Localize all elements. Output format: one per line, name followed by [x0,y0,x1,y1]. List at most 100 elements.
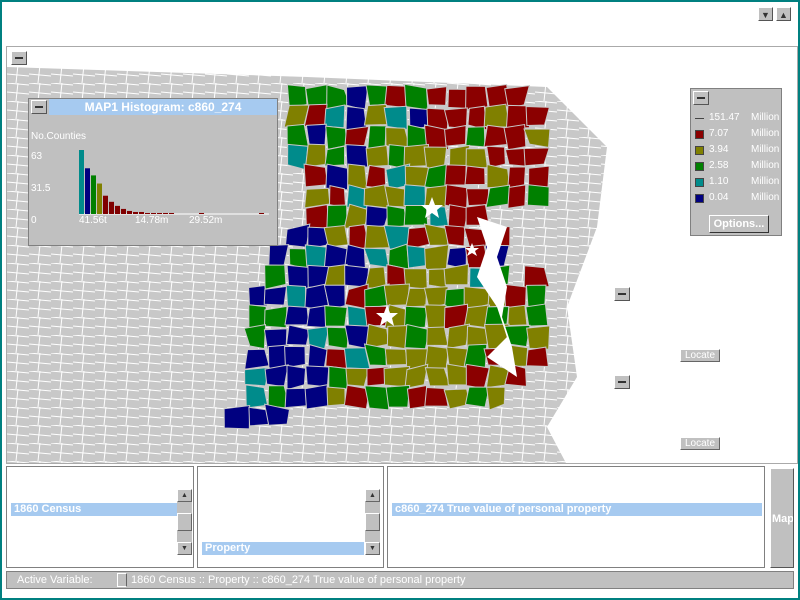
map-minimize-button[interactable] [11,51,27,65]
inset-minimize-button[interactable] [614,287,630,301]
legend-minimize-button[interactable] [693,91,709,105]
county-shape[interactable] [427,268,447,289]
county-shape[interactable] [525,303,549,327]
locate-button[interactable]: Locate [680,437,720,450]
county-shape[interactable] [444,164,467,186]
county-shape[interactable] [526,325,551,350]
histogram-y-label: No.Counties [31,131,87,142]
scroll-up-icon[interactable]: ▲ [365,489,380,502]
county-shape[interactable] [444,287,468,308]
scroll-thumb[interactable] [177,513,192,531]
legend-panel: 151.47 Million 7.07 Million 3.94 Million… [690,88,782,236]
county-shape[interactable] [323,225,349,248]
category-scrollbar[interactable]: ▲ ▼ [365,489,380,555]
county-shape[interactable] [325,163,349,191]
county-shape[interactable] [424,304,447,331]
county-shape[interactable] [383,105,408,131]
county-shape[interactable] [264,264,287,290]
locate-button[interactable]: Locate [680,349,720,362]
scroll-down-icon[interactable]: ▼ [177,542,192,555]
county-shape[interactable] [344,264,370,288]
dataset-list[interactable]: 1860 Census ▲ ▼ [6,466,194,568]
scroll-down-icon[interactable]: ▼ [365,542,380,555]
county-shape[interactable] [285,284,307,309]
county-shape[interactable] [264,305,288,329]
county-shape[interactable] [384,348,409,366]
county-shape[interactable] [324,305,348,327]
county-shape[interactable] [503,123,527,151]
county-shape[interactable] [305,365,330,388]
county-shape[interactable] [446,363,468,386]
county-shape[interactable] [326,386,346,407]
inset-minimize-button[interactable] [614,375,630,389]
county-shape[interactable] [464,386,490,408]
dataset-scrollbar[interactable]: ▲ ▼ [177,489,192,555]
histogram-minimize-button[interactable] [31,100,47,114]
county-shape[interactable] [365,144,390,168]
county-shape[interactable] [446,323,471,350]
county-shape[interactable] [324,145,346,167]
county-shape[interactable] [406,384,428,410]
county-shape[interactable] [465,148,489,169]
histogram-bar [109,201,114,214]
county-shape[interactable] [404,83,429,111]
county-shape[interactable] [443,124,467,147]
category-list[interactable]: Property ▲ ▼ [197,466,384,568]
county-shape[interactable] [223,404,251,430]
county-shape[interactable] [286,84,308,109]
county-shape[interactable] [244,348,270,370]
county-shape[interactable] [305,83,329,106]
county-shape[interactable] [323,104,346,129]
dataset-selected-item[interactable]: 1860 Census [11,503,177,516]
county-shape[interactable] [525,284,547,308]
county-shape[interactable] [483,103,511,128]
histogram-bar [79,150,84,214]
county-shape[interactable] [526,184,550,208]
county-shape[interactable] [465,188,490,207]
county-shape[interactable] [383,283,411,307]
map-button[interactable]: Map [770,468,794,568]
county-shape[interactable] [326,326,350,350]
county-shape[interactable] [464,165,486,186]
county-shape[interactable] [325,348,348,370]
variable-list[interactable]: c860_274 True value of personal property [387,466,765,568]
county-shape[interactable] [424,244,450,270]
variable-selected-item[interactable]: c860_274 True value of personal property [392,503,762,516]
minimize-button[interactable]: ▼ [758,7,773,21]
county-shape[interactable] [507,184,527,209]
county-shape[interactable] [284,305,310,326]
histogram-bar [103,195,108,214]
x-tick-label: 41.56t [79,215,107,226]
county-shape[interactable] [263,285,288,306]
county-shape[interactable] [507,166,527,189]
histogram-window[interactable]: MAP1 Histogram: c860_274 No.Counties 63 … [28,98,278,246]
county-shape[interactable] [465,126,486,148]
histogram-bar [121,208,126,214]
county-shape[interactable] [426,86,448,106]
county-shape[interactable] [345,105,368,131]
county-shape[interactable] [303,163,329,188]
county-shape[interactable] [405,287,428,308]
county-shape[interactable] [264,364,289,388]
county-shape[interactable] [304,384,329,410]
category-selected-item[interactable]: Property [202,542,364,555]
county-shape[interactable] [426,326,449,347]
legend-unit: Million [751,144,780,155]
legend-unit: Million [751,128,780,139]
county-shape[interactable] [443,224,466,247]
county-shape[interactable] [403,184,427,209]
maximize-button[interactable]: ▲ [776,7,791,21]
scroll-up-icon[interactable]: ▲ [177,489,192,502]
county-shape[interactable] [403,204,429,226]
county-shape[interactable] [485,184,511,209]
county-shape[interactable] [507,304,528,327]
options-button[interactable]: Options... [709,215,769,233]
county-shape[interactable] [525,346,549,367]
legend-unit: Million [751,176,780,187]
county-shape[interactable] [385,384,411,408]
legend-value: 151.47 [709,112,740,123]
county-shape[interactable] [424,345,450,369]
county-shape[interactable] [346,85,369,111]
scroll-thumb[interactable] [365,513,380,531]
county-shape[interactable] [304,143,327,168]
